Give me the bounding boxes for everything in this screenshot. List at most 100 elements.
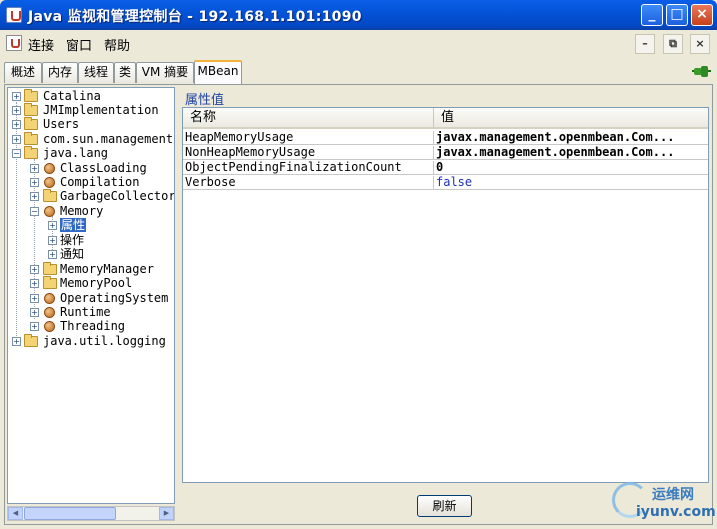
tree-node-operations[interactable]: + 操作 — [8, 233, 174, 247]
column-header-value[interactable]: 值 — [434, 108, 708, 127]
table-row[interactable]: ObjectPendingFinalizationCount 0 — [183, 161, 708, 175]
tree-node-label: JMImplementation — [43, 103, 159, 117]
scroll-right-icon[interactable]: ▶ — [159, 507, 174, 520]
inner-close-button[interactable]: × — [690, 34, 710, 54]
inner-restore-button[interactable]: ⧉ — [663, 34, 683, 54]
tree-node-label: MemoryPool — [60, 276, 133, 290]
tree-node-operatingsystem[interactable]: + OperatingSystem — [8, 291, 174, 305]
tree-node-label: com.sun.management — [43, 132, 174, 146]
tree-node-catalina[interactable]: + Catalina — [8, 89, 174, 103]
expand-plus-icon[interactable]: + — [30, 265, 39, 274]
folder-icon — [24, 103, 38, 116]
tree-node-memorypool[interactable]: + MemoryPool — [8, 276, 174, 290]
inner-minimize-button[interactable]: – — [635, 34, 655, 54]
expand-plus-icon[interactable]: + — [30, 178, 39, 187]
expand-plus-icon[interactable]: + — [30, 164, 39, 173]
expand-plus-icon[interactable]: + — [48, 236, 57, 245]
window-title: Java 监视和管理控制台 - 192.168.1.101:1090 — [28, 9, 362, 25]
tree-node-label: Threading — [60, 319, 126, 333]
expand-plus-icon[interactable]: + — [48, 221, 57, 230]
folder-icon — [24, 89, 38, 102]
attribute-values-pane: 属性值 名称 值 HeapMemoryUsage javax.managemen… — [179, 87, 710, 483]
tree-node-users[interactable]: + Users — [8, 117, 174, 131]
mbean-icon — [44, 293, 55, 304]
mbean-panel: + Catalina + JMImplementation + Users + … — [4, 84, 713, 525]
collapse-minus-icon[interactable]: − — [30, 207, 39, 216]
tab-classes[interactable]: 类 — [114, 62, 136, 83]
folder-icon — [24, 117, 38, 130]
minimize-button[interactable]: _ — [641, 4, 663, 26]
tree-node-attributes[interactable]: + 属性 — [8, 218, 174, 232]
tree-horizontal-scrollbar[interactable]: ◀ ▶ — [7, 506, 175, 521]
table-header: 名称 值 — [183, 108, 708, 129]
tree-node-runtime[interactable]: + Runtime — [8, 305, 174, 319]
tree-node-com-sun-management[interactable]: + com.sun.management — [8, 132, 174, 146]
tab-mbean[interactable]: MBean — [194, 60, 242, 84]
java-cup-icon[interactable] — [6, 35, 22, 51]
tab-memory[interactable]: 内存 — [42, 62, 78, 83]
folder-icon — [24, 132, 38, 145]
mbean-tree[interactable]: + Catalina + JMImplementation + Users + … — [7, 87, 175, 504]
tree-node-jmimplementation[interactable]: + JMImplementation — [8, 103, 174, 117]
attribute-name: ObjectPendingFinalizationCount — [183, 161, 434, 175]
attribute-value[interactable]: false — [434, 176, 708, 190]
scroll-left-icon[interactable]: ◀ — [8, 507, 23, 520]
folder-icon — [43, 262, 57, 275]
attribute-value[interactable]: javax.management.openmbean.Com... — [434, 131, 708, 145]
mbean-icon — [44, 177, 55, 188]
attribute-name: NonHeapMemoryUsage — [183, 146, 434, 160]
attribute-table: 名称 值 HeapMemoryUsage javax.management.op… — [182, 107, 709, 483]
table-row[interactable]: NonHeapMemoryUsage javax.management.open… — [183, 146, 708, 160]
tree-node-label: GarbageCollector — [60, 189, 175, 203]
attribute-value[interactable]: 0 — [434, 161, 708, 175]
expand-plus-icon[interactable]: + — [30, 279, 39, 288]
column-header-name[interactable]: 名称 — [183, 108, 434, 127]
expand-plus-icon[interactable]: + — [48, 250, 57, 259]
tree-node-garbagecollector[interactable]: + GarbageCollector — [8, 189, 175, 203]
tab-vm-summary[interactable]: VM 摘要 — [136, 62, 194, 83]
tree-node-label: 操作 — [60, 233, 85, 247]
tree-node-label: Compilation — [60, 175, 140, 189]
attribute-value[interactable]: javax.management.openmbean.Com... — [434, 146, 708, 160]
tree-node-java-lang[interactable]: − java.lang — [8, 146, 174, 160]
tree-node-memorymanager[interactable]: + MemoryManager — [8, 262, 174, 276]
tree-node-java-util-logging[interactable]: + java.util.logging — [8, 334, 174, 348]
tree-node-classloading[interactable]: + ClassLoading — [8, 161, 174, 175]
mbean-icon — [44, 206, 55, 217]
tree-node-label: Users — [43, 117, 80, 131]
expand-plus-icon[interactable]: + — [12, 337, 21, 346]
connection-plug-icon — [692, 66, 711, 77]
scroll-thumb[interactable] — [24, 507, 116, 520]
tree-node-memory[interactable]: − Memory — [8, 204, 174, 218]
menu-help[interactable]: 帮助 — [104, 35, 130, 54]
tab-threads[interactable]: 线程 — [78, 62, 114, 83]
tree-node-threading[interactable]: + Threading — [8, 319, 174, 333]
folder-open-icon — [24, 146, 38, 159]
tab-overview[interactable]: 概述 — [4, 62, 42, 83]
java-app-icon — [6, 7, 22, 23]
tab-bar: 概述 内存 线程 类 VM 摘要 MBean — [4, 60, 713, 84]
refresh-button[interactable]: 刷新 — [417, 495, 472, 517]
expand-plus-icon[interactable]: + — [30, 294, 39, 303]
section-title: 属性值 — [185, 93, 225, 108]
menu-connect[interactable]: 连接 — [28, 35, 54, 54]
expand-plus-icon[interactable]: + — [12, 135, 21, 144]
table-row[interactable]: Verbose false — [183, 176, 708, 190]
title-bar: Java 监视和管理控制台 - 192.168.1.101:1090 _ □ × — [0, 0, 717, 30]
expand-plus-icon[interactable]: + — [30, 322, 39, 331]
tree-node-notifications[interactable]: + 通知 — [8, 247, 174, 261]
close-button[interactable]: × — [691, 4, 713, 26]
expand-plus-icon[interactable]: + — [30, 192, 39, 201]
expand-plus-icon[interactable]: + — [12, 106, 21, 115]
expand-plus-icon[interactable]: + — [12, 120, 21, 129]
maximize-button[interactable]: □ — [666, 4, 688, 26]
tree-node-label: java.util.logging — [43, 334, 166, 348]
table-row[interactable]: HeapMemoryUsage javax.management.openmbe… — [183, 131, 708, 145]
collapse-minus-icon[interactable]: − — [12, 149, 21, 158]
tree-node-label: Runtime — [60, 305, 111, 319]
tree-node-compilation[interactable]: + Compilation — [8, 175, 174, 189]
folder-icon — [24, 334, 38, 347]
expand-plus-icon[interactable]: + — [30, 308, 39, 317]
expand-plus-icon[interactable]: + — [12, 92, 21, 101]
menu-window[interactable]: 窗口 — [66, 35, 92, 54]
